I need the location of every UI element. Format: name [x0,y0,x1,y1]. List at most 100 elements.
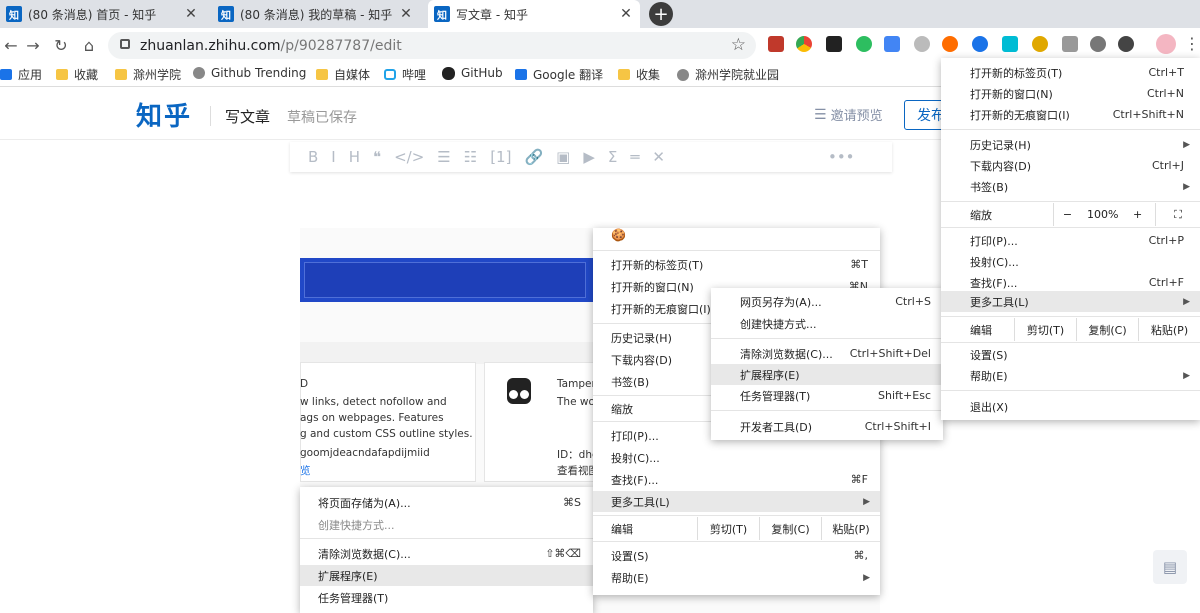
chrome-extension-icon[interactable] [796,36,812,52]
zoom-out-button[interactable]: − [1053,203,1081,226]
extension-icon[interactable] [942,36,958,52]
tab-home[interactable]: 知 (80 条消息) 首页 - 知乎 ✕ [0,0,205,28]
bookmark-item[interactable]: 哔哩 [384,66,426,83]
bookmark-item[interactable]: Github Trending [193,66,306,80]
menu-item[interactable]: 将页面存储为(A)... ⌘S [300,492,593,513]
feedback-icon[interactable]: ▤ [1153,550,1187,584]
link-icon[interactable]: 🔗 [524,148,543,166]
chrome-menu-windows: 打开新的标签页(T) Ctrl+T 打开新的窗口(N) Ctrl+N 打开新的无痕窗… [941,58,1200,420]
heading-icon[interactable]: H [349,148,360,166]
menu-item[interactable]: 扩展程序(E) [300,565,593,586]
menu-item[interactable]: 创建快捷方式... [711,313,943,334]
menu-item[interactable]: 清除浏览数据(C)... ⇧⌘⌫ [300,543,593,564]
adblock-icon[interactable] [768,36,784,52]
new-tab-button[interactable]: + [649,2,673,26]
clear-format-icon[interactable]: ✕ [652,148,665,166]
extension-icon[interactable] [1118,36,1134,52]
extension-icon[interactable] [914,36,930,52]
invite-label: 邀请预览 [830,109,883,124]
ordered-list-icon[interactable]: ☰ [437,148,450,166]
menu-item[interactable]: 扩展程序(E) [711,364,943,385]
menu-item[interactable]: 历史记录(H) ▶ [941,134,1200,155]
close-icon[interactable]: ✕ [398,6,414,22]
divider [210,106,211,126]
copy-button[interactable]: 复制(C) [1076,318,1138,341]
avatar[interactable] [1156,34,1176,54]
address-bar[interactable]: zhuanlan.zhihu.com/p/90287787/edit ☆ [108,32,756,59]
tab-write[interactable]: 知 写文章 - 知乎 ✕ [428,0,640,28]
menu-item-label: 创建快捷方式... [740,317,817,331]
menu-item[interactable]: 设置(S) [941,344,1200,365]
bookmark-item[interactable]: 收集 [618,66,660,83]
back-icon[interactable]: ← [0,34,22,56]
menu-item[interactable]: 创建快捷方式... [300,514,593,535]
image-icon[interactable]: ▣ [556,148,570,166]
menu-item-more-tools[interactable]: 更多工具(L) ▶ [593,491,880,512]
menu-item[interactable]: 网页另存为(A)... Ctrl+S [711,291,943,312]
menu-item[interactable]: 退出(X) [941,396,1200,417]
menu-item[interactable]: 打开新的标签页(T) Ctrl+T [941,62,1200,83]
forward-icon[interactable]: → [22,34,44,56]
bookmark-item[interactable]: Google 翻译 [515,66,603,83]
copy-button[interactable]: 复制(C) [759,517,821,540]
pocket-icon[interactable] [1062,36,1078,52]
quote-icon[interactable]: ❝ [373,148,381,166]
code-icon[interactable]: </> [394,148,424,166]
menu-item[interactable]: 打印(P)... Ctrl+P [941,230,1200,251]
bookmark-item[interactable]: GitHub [442,66,503,80]
kebab-menu-icon[interactable]: ⋮ [1184,34,1200,53]
menu-item[interactable]: 打开新的标签页(T) ⌘T [593,254,880,275]
reload-icon[interactable]: ↻ [50,34,72,56]
menu-item[interactable]: 清除浏览数据(C)... Ctrl+Shift+Del [711,343,943,364]
home-icon[interactable]: ⌂ [78,34,100,56]
bookmark-item[interactable]: 自媒体 [316,66,370,83]
extension-icon[interactable] [1032,36,1048,52]
zhihu-logo[interactable]: 知乎 [136,96,192,133]
reference-icon[interactable]: [1] [490,148,511,166]
cut-button[interactable]: 剪切(T) [697,517,759,540]
bold-icon[interactable]: B [308,148,318,166]
extension-icon[interactable] [826,36,842,52]
cut-button[interactable]: 剪切(T) [1014,318,1076,341]
menu-item[interactable]: 投射(C)... [941,251,1200,272]
paste-button[interactable]: 粘贴(P) [1138,318,1200,341]
bookmark-label: 滁州学院就业园 [695,68,780,82]
bookmark-star-icon[interactable]: ☆ [731,35,746,55]
bookmark-item[interactable]: 滁州学院就业园 [677,66,779,83]
menu-item[interactable]: 任务管理器(T) [300,587,593,608]
formula-icon[interactable]: Σ [608,148,617,166]
bookmark-item[interactable]: 应用 [0,66,42,83]
menu-item[interactable]: 帮助(E) ▶ [593,567,880,588]
menu-item[interactable]: 书签(B) ▶ [941,176,1200,197]
tab-drafts[interactable]: 知 (80 条消息) 我的草稿 - 知乎 ✕ [212,0,420,28]
bookmark-item[interactable]: 收藏 [56,66,98,83]
fullscreen-icon[interactable]: ⛶ [1155,203,1200,226]
menu-item[interactable]: 查找(F)... ⌘F [593,469,880,490]
italic-icon[interactable]: I [331,148,335,166]
unordered-list-icon[interactable]: ☷ [464,148,477,166]
more-icon[interactable]: ••• [828,148,855,166]
extension-icon[interactable] [972,36,988,52]
menu-item[interactable]: 开发者工具(D) Ctrl+Shift+I [711,416,943,437]
menu-item[interactable]: 帮助(E) ▶ [941,365,1200,386]
extension-icon[interactable] [1002,36,1018,52]
menu-item[interactable]: 打开新的无痕窗口(I) Ctrl+Shift+N [941,104,1200,125]
zoom-in-button[interactable]: + [1133,208,1142,221]
close-icon[interactable]: ✕ [183,6,199,22]
video-icon[interactable]: ▶ [583,148,595,166]
menu-item[interactable]: 任务管理器(T) Shift+Esc [711,385,943,406]
evernote-icon[interactable] [856,36,872,52]
menu-item-more-tools[interactable]: 更多工具(L) ▶ [941,291,1200,312]
menu-item[interactable]: 下载内容(D) Ctrl+J [941,155,1200,176]
extension-icon[interactable] [1090,36,1106,52]
divider-line-icon[interactable]: ═ [630,148,639,166]
menu-item[interactable]: 设置(S) ⌘, [593,545,880,566]
invite-preview-button[interactable]: ☰ 邀请预览 [814,105,883,125]
close-icon[interactable]: ✕ [618,6,634,22]
translate-icon[interactable] [884,36,900,52]
menu-item[interactable]: 查找(F)... Ctrl+F [941,272,1200,293]
paste-button[interactable]: 粘贴(P) [821,517,880,540]
menu-item[interactable]: 投射(C)... [593,447,880,468]
bookmark-item[interactable]: 滁州学院 [115,66,181,83]
menu-item[interactable]: 打开新的窗口(N) Ctrl+N [941,83,1200,104]
